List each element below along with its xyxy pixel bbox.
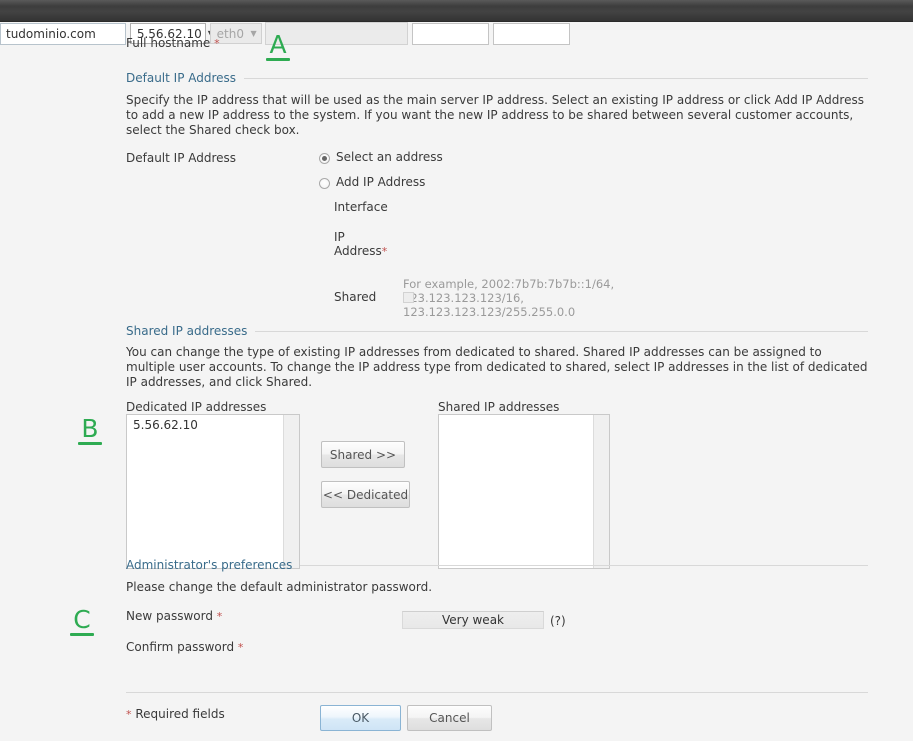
- annotation-c: C: [70, 607, 94, 636]
- chevron-down-icon: ▼: [250, 29, 257, 38]
- dedicated-ip-listbox-scrollbar[interactable]: [283, 415, 299, 568]
- annotation-b: B: [78, 416, 102, 445]
- form-page: Full hostname * A Default IP Address Spe…: [0, 22, 913, 741]
- section-default-ip-address: Default IP Address: [126, 70, 868, 86]
- ip-address-hint-line1: For example, 2002:7b7b:7b7b::1/64, 123.1…: [403, 277, 615, 305]
- interface-select-value: eth0: [216, 26, 244, 41]
- ip-address-hint-line2: 123.123.123.123/255.255.0.0: [403, 305, 576, 319]
- shared-ip-listbox-scrollbar[interactable]: [593, 415, 609, 568]
- required-asterisk: *: [381, 245, 388, 258]
- required-asterisk: *: [214, 37, 220, 50]
- dedicated-ip-listbox[interactable]: 5.56.62.10: [126, 414, 300, 569]
- radio-select-an-address-label: Select an address: [336, 150, 443, 164]
- annotation-b-letter: B: [81, 414, 99, 443]
- new-password-label-text: New password: [126, 609, 213, 623]
- radio-select-an-address[interactable]: [319, 153, 330, 164]
- confirm-password-input[interactable]: [493, 22, 571, 45]
- default-ip-field-label: Default IP Address: [126, 151, 237, 165]
- section-administrators-preferences-title: Administrator's preferences: [126, 558, 293, 572]
- section-shared-ip-addresses: Shared IP addresses: [126, 323, 868, 339]
- annotation-c-letter: C: [73, 605, 91, 634]
- ip-address-label-line2: Address: [334, 244, 382, 258]
- ip-address-label: IP Address*: [334, 230, 398, 259]
- section-administrators-preferences: Administrator's preferences: [126, 557, 868, 573]
- full-hostname-label: Full hostname *: [126, 36, 220, 51]
- new-password-input[interactable]: [412, 22, 490, 45]
- required-asterisk: *: [237, 641, 244, 654]
- password-strength-meter: Very weak: [402, 611, 544, 629]
- full-hostname-input[interactable]: [0, 22, 126, 45]
- confirm-password-label: Confirm password *: [126, 640, 243, 655]
- new-password-label: New password *: [126, 609, 222, 624]
- move-to-dedicated-button[interactable]: << Dedicated: [321, 481, 410, 508]
- shared-checkbox-label: Shared: [334, 290, 377, 304]
- section-shared-ip-addresses-title: Shared IP addresses: [126, 324, 248, 338]
- admin-description: Please change the default administrator …: [126, 580, 433, 594]
- default-ip-description: Specify the IP address that will be used…: [126, 93, 864, 137]
- radio-add-ip-address-label: Add IP Address: [336, 175, 426, 189]
- interface-label: Interface: [334, 200, 388, 214]
- ip-address-hint: For example, 2002:7b7b:7b7b::1/64, 123.1…: [403, 277, 733, 319]
- annotation-a-letter: A: [269, 30, 287, 59]
- shared-ip-description: You can change the type of existing IP a…: [126, 345, 868, 389]
- browser-chrome-bar: [0, 0, 913, 22]
- move-to-shared-button[interactable]: Shared >>: [321, 441, 405, 468]
- footer-divider: [126, 692, 868, 693]
- required-asterisk: *: [216, 610, 223, 623]
- shared-checkbox[interactable]: [403, 292, 414, 303]
- section-divider: [300, 564, 868, 566]
- required-fields-note: * Required fields: [126, 707, 225, 722]
- required-asterisk: *: [126, 708, 132, 721]
- required-fields-note-text: Required fields: [135, 707, 225, 721]
- password-help-icon[interactable]: (?): [550, 614, 566, 628]
- section-divider: [244, 77, 868, 79]
- shared-ip-list-label: Shared IP addresses: [438, 400, 560, 414]
- confirm-password-label-text: Confirm password: [126, 640, 235, 654]
- radio-add-ip-address[interactable]: [319, 178, 330, 189]
- full-hostname-label-text: Full hostname: [126, 36, 211, 50]
- dedicated-ip-list-items[interactable]: 5.56.62.10: [127, 415, 283, 568]
- list-item[interactable]: 5.56.62.10: [131, 417, 283, 433]
- dedicated-ip-list-label: Dedicated IP addresses: [126, 400, 267, 414]
- annotation-a: A: [266, 32, 290, 61]
- section-default-ip-address-title: Default IP Address: [126, 71, 237, 85]
- cancel-button[interactable]: Cancel: [407, 705, 492, 731]
- ok-button[interactable]: OK: [320, 705, 401, 731]
- shared-ip-list-items[interactable]: [439, 415, 593, 568]
- section-divider: [255, 330, 868, 332]
- shared-ip-listbox[interactable]: [438, 414, 610, 569]
- ip-address-label-line1: IP: [334, 230, 345, 244]
